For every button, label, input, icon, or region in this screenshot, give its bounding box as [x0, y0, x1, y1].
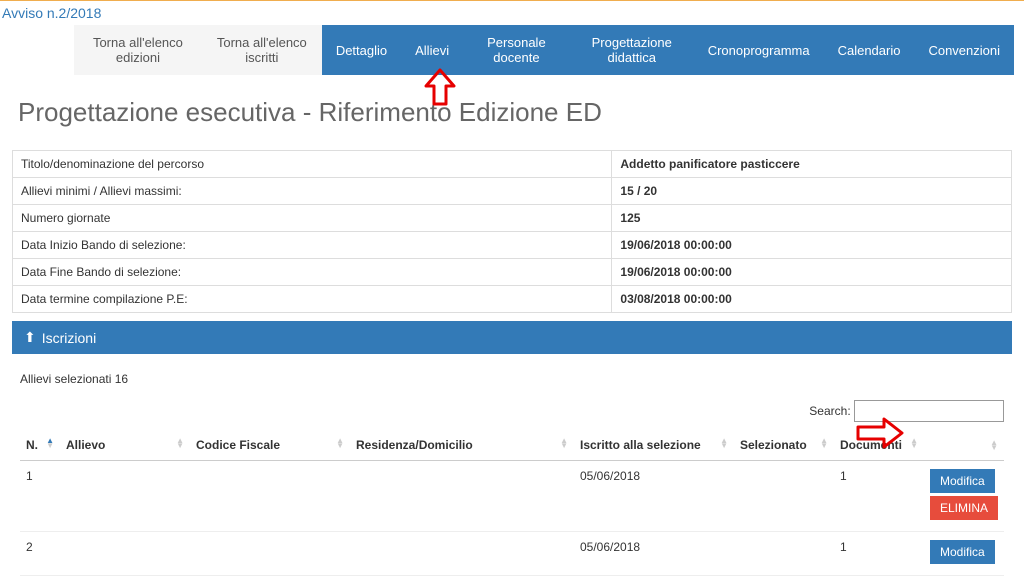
cell-allievo	[60, 461, 190, 532]
col-selezionato[interactable]: Selezionato▲▼	[734, 430, 834, 461]
search-label: Search:	[809, 404, 850, 418]
tab-cronoprogramma[interactable]: Cronoprogramma	[694, 25, 824, 75]
info-value: 03/08/2018 00:00:00	[612, 286, 1012, 313]
tab-elenco-iscritti[interactable]: Torna all'elenco iscritti	[202, 25, 322, 75]
info-label: Data Inizio Bando di selezione:	[13, 232, 612, 259]
iscrizioni-content: Allievi selezionati 16 Search: N.▲▼ Alli…	[12, 354, 1012, 588]
info-label: Numero giornate	[13, 205, 612, 232]
cell-allievo	[60, 532, 190, 576]
col-residenza[interactable]: Residenza/Domicilio▲▼	[350, 430, 574, 461]
tab-convenzioni[interactable]: Convenzioni	[914, 25, 1014, 75]
col-documenti[interactable]: Documenti▲▼	[834, 430, 924, 461]
col-actions: ▲▼	[924, 430, 1004, 461]
modifica-button[interactable]: Modifica	[930, 540, 995, 564]
info-value: 125	[612, 205, 1012, 232]
info-table: Titolo/denominazione del percorsoAddetto…	[12, 150, 1012, 313]
tab-personale-docente[interactable]: Personale docente	[463, 25, 570, 75]
cell-doc: 1	[834, 461, 924, 532]
table-row: 1 05/06/2018 1 Modifica ELIMINA	[20, 461, 1004, 532]
info-label: Titolo/denominazione del percorso	[13, 151, 612, 178]
breadcrumb[interactable]: Avviso n.2/2018	[0, 1, 1024, 25]
cell-iscritto: 05/06/2018	[574, 461, 734, 532]
cell-res	[350, 461, 574, 532]
cell-n: 2	[20, 532, 60, 576]
info-label: Data Fine Bando di selezione:	[13, 259, 612, 286]
info-value: 15 / 20	[612, 178, 1012, 205]
tab-calendario[interactable]: Calendario	[824, 25, 915, 75]
tab-allievi[interactable]: Allievi	[401, 25, 463, 75]
arrow-up-icon: ⬆	[24, 329, 36, 346]
info-value: 19/06/2018 00:00:00	[612, 259, 1012, 286]
modifica-button[interactable]: Modifica	[930, 469, 995, 493]
cell-doc: 1	[834, 532, 924, 576]
col-cf[interactable]: Codice Fiscale▲▼	[190, 430, 350, 461]
selected-count: Allievi selezionati 16	[20, 372, 1004, 386]
table-row: 2 05/06/2018 1 Modifica	[20, 532, 1004, 576]
section-iscrizioni-toggle[interactable]: ⬆ Iscrizioni	[12, 321, 1012, 354]
info-label: Allievi minimi / Allievi massimi:	[13, 178, 612, 205]
cell-sel	[734, 461, 834, 532]
cell-cf	[190, 532, 350, 576]
cell-iscritto: 05/06/2018	[574, 532, 734, 576]
col-n[interactable]: N.▲▼	[20, 430, 60, 461]
cell-res	[350, 532, 574, 576]
section-title: Iscrizioni	[42, 330, 96, 346]
info-label: Data termine compilazione P.E:	[13, 286, 612, 313]
tab-dettaglio[interactable]: Dettaglio	[322, 25, 401, 75]
info-value: 19/06/2018 00:00:00	[612, 232, 1012, 259]
cell-sel	[734, 532, 834, 576]
students-table: N.▲▼ Allievo▲▼ Codice Fiscale▲▼ Residenz…	[20, 430, 1004, 576]
col-iscritto[interactable]: Iscritto alla selezione▲▼	[574, 430, 734, 461]
col-allievo[interactable]: Allievo▲▼	[60, 430, 190, 461]
elimina-button[interactable]: ELIMINA	[930, 496, 998, 520]
page-title: Progettazione esecutiva - Riferimento Ed…	[0, 75, 1024, 150]
cell-cf	[190, 461, 350, 532]
tab-elenco-edizioni[interactable]: Torna all'elenco edizioni	[74, 25, 202, 75]
tab-bar: Torna all'elenco edizioni Torna all'elen…	[74, 25, 1014, 75]
search-input[interactable]	[854, 400, 1004, 422]
tab-progettazione-didattica[interactable]: Progettazione didattica	[570, 25, 694, 75]
cell-n: 1	[20, 461, 60, 532]
info-value: Addetto panificatore pasticcere	[612, 151, 1012, 178]
